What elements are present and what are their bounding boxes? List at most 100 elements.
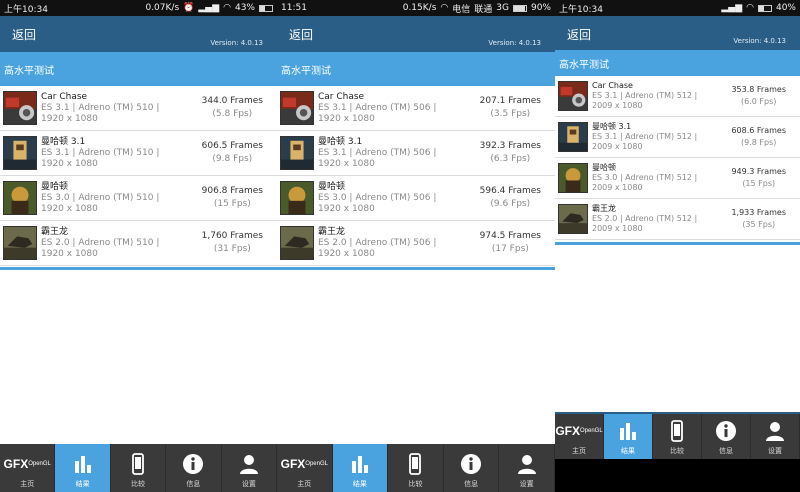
tab-info[interactable]: 信息 [702,414,751,459]
carrier-1: 电信 [452,4,471,15]
bar-chart-icon [615,418,641,444]
result-row[interactable]: 曼哈顿 ES 3.0 | Adreno (TM) 510 | 1920 x 10… [0,176,277,221]
tab-settings[interactable]: 设置 [499,444,555,492]
frames-value: 1,933 Frames [731,208,786,217]
fps-value: (6.0 Fps) [741,97,777,106]
gfx-logo-icon: GFX OpenGL [555,423,603,438]
tab-compare[interactable]: 比较 [388,444,444,492]
tab-home[interactable]: GFX OpenGL 主页 [277,444,333,492]
tab-results[interactable]: 结果 [55,444,111,492]
back-button[interactable]: 返回 [12,26,36,43]
fps-value: (15 Fps) [742,179,776,188]
result-row[interactable]: 曼哈顿 ES 3.0 | Adreno (TM) 512 | 2009 x 10… [555,158,800,199]
list-divider [277,267,555,270]
manhattan-31-thumbnail [3,136,37,170]
car-chase-thumbnail [558,81,588,111]
tab-results[interactable]: 结果 [604,414,653,459]
tab-home[interactable]: GFX OpenGL 主页 [555,414,604,459]
score: 1,760 Frames (31 Fps) [202,230,263,256]
battery-icon [757,4,772,12]
frames-value: 974.5 Frames [479,231,541,241]
t-rex-thumbnail [280,226,314,260]
result-row[interactable]: 霸王龙 ES 2.0 | Adreno (TM) 506 | 1920 x 10… [277,221,555,266]
back-button[interactable]: 返回 [567,26,591,43]
net-speed: 0.07K/s [145,3,180,13]
tab-settings[interactable]: 设置 [222,444,277,492]
signal-icon: ▂▄▆ [721,3,743,13]
fps-value: (31 Fps) [213,244,251,254]
screen-2: 11:51 0.15K/s ◠ 电信 联通 3G 90% 返回 Version:… [277,0,555,492]
tab-label: 主页 [572,447,586,455]
result-row[interactable]: 曼哈顿 3.1 ES 3.1 | Adreno (TM) 506 | 1920 … [277,131,555,176]
score: 596.4 Frames (9.6 Fps) [480,185,541,211]
battery-percent: 43% [234,3,255,13]
tab-results[interactable]: 结果 [332,444,389,492]
manhattan-thumbnail [280,181,314,215]
result-row[interactable]: Car Chase ES 3.1 | Adreno (TM) 510 | 192… [0,86,277,131]
battery-percent: 40% [775,3,796,13]
frames-value: 608.6 Frames [731,126,786,135]
tab-home[interactable]: GFX OpenGL 主页 [0,444,56,492]
fps-value: (9.8 Fps) [741,138,777,147]
status-bar: 上午10:34 0.07K/s ⏰ ▂▄▆ ◠ 43% [0,0,277,16]
list-divider [555,242,800,245]
results-list: Car Chase ES 3.1 | Adreno (TM) 506 | 192… [277,86,555,266]
result-row[interactable]: 霸王龙 ES 2.0 | Adreno (TM) 512 | 2009 x 10… [555,199,800,240]
info-icon [180,451,206,477]
frames-value: 906.8 Frames [201,186,263,196]
tab-label: 结果 [352,480,367,488]
tab-label: 信息 [464,480,479,488]
result-row[interactable]: Car Chase ES 3.1 | Adreno (TM) 512 | 200… [555,76,800,117]
frames-value: 344.0 Frames [201,96,263,106]
section-title: 高水平测试 [277,52,555,86]
result-row[interactable]: 曼哈顿 3.1 ES 3.1 | Adreno (TM) 512 | 2009 … [555,117,800,158]
score: 974.5 Frames (17 Fps) [480,230,541,256]
tab-label: 比较 [408,480,423,488]
tab-info[interactable]: 信息 [444,444,500,492]
back-button[interactable]: 返回 [289,26,313,43]
section-title: 高水平测试 [0,52,277,86]
tab-label: 结果 [621,447,635,455]
score: 949.3 Frames (15 Fps) [731,166,786,190]
bottom-tab-bar: GFX OpenGL 主页 结果 比较 信息 设置 [555,412,800,459]
result-row[interactable]: 曼哈顿 3.1 ES 3.1 | Adreno (TM) 510 | 1920 … [0,131,277,176]
tab-info[interactable]: 信息 [166,444,222,492]
tab-label: 信息 [186,480,201,488]
bottom-tab-bar: GFX OpenGL 主页 结果 比较 信息 设置 [277,444,555,492]
screen-1: 上午10:34 0.07K/s ⏰ ▂▄▆ ◠ 43% 返回 Version: … [0,0,277,492]
tab-compare[interactable]: 比较 [653,414,702,459]
score: 392.3 Frames (6.3 Fps) [480,140,541,166]
tab-label: 结果 [75,480,90,488]
frames-value: 949.3 Frames [731,167,786,176]
score: 606.5 Frames (9.8 Fps) [202,140,263,166]
manhattan-thumbnail [3,181,37,215]
result-row[interactable]: Car Chase ES 3.1 | Adreno (TM) 506 | 192… [277,86,555,131]
status-bar: 上午10:34 ▂▄▆ ◠ 40% [555,0,800,16]
status-time: 11:51 [281,3,307,13]
score: 344.0 Frames (5.8 Fps) [202,95,263,121]
score: 1,933 Frames (35 Fps) [731,207,786,231]
wifi-icon: ◠ [440,3,449,13]
t-rex-thumbnail [3,226,37,260]
phone-icon [664,418,690,444]
wifi-icon: ◠ [223,3,231,13]
tab-settings[interactable]: 设置 [751,414,800,459]
tab-compare[interactable]: 比较 [111,444,167,492]
result-row[interactable]: 曼哈顿 ES 3.0 | Adreno (TM) 506 | 1920 x 10… [277,176,555,221]
alarm-icon: ⏰ [183,3,195,13]
fps-value: (17 Fps) [491,244,529,254]
app-header: 返回 Version: 4.0.13 [0,16,277,52]
tab-label: 主页 [297,480,312,488]
wifi-icon: ◠ [746,3,754,13]
frames-value: 1,760 Frames [201,231,263,241]
user-icon [762,418,788,444]
score: 906.8 Frames (15 Fps) [202,185,263,211]
result-row[interactable]: 霸王龙 ES 2.0 | Adreno (TM) 510 | 1920 x 10… [0,221,277,266]
user-icon [514,451,540,477]
net-speed: 0.15K/s [402,3,437,13]
status-time: 上午10:34 [559,4,603,15]
version-label: Version: 4.0.13 [210,39,263,47]
battery-icon [512,4,527,12]
status-time: 上午10:34 [4,4,48,15]
score: 207.1 Frames (3.5 Fps) [480,95,541,121]
